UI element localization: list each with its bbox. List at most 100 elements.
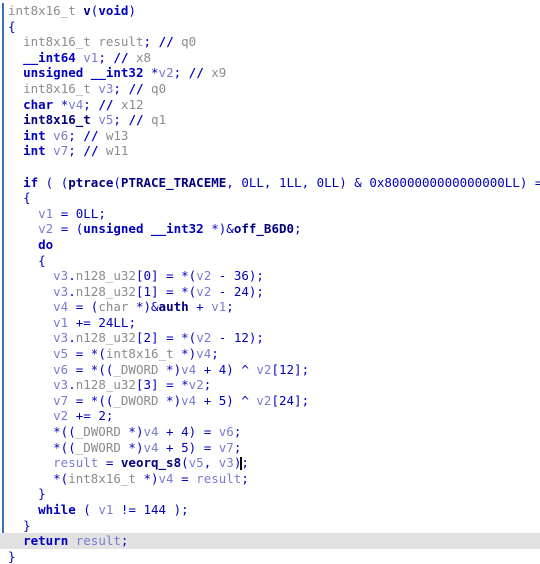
code-line[interactable]: int8x16_t result; // q0 [0,34,540,50]
code-line[interactable]: do [0,237,540,253]
code-token: = [98,455,121,471]
code-line[interactable]: while ( v1 != 144 ); [0,502,540,518]
code-token: v1 [83,49,99,65]
code-token: ; [203,377,212,393]
code-token: ( ( [45,174,69,190]
code-line[interactable]: *((_DWORD *)v4 + 5) = v7; [0,440,540,456]
code-line[interactable]: unsigned __int32 *v2; // x9 [0,65,540,81]
code-token: ; [226,299,234,315]
code-token: v2 [256,361,272,377]
code-line[interactable]: v4 = (char *)&auth + v1; [0,299,540,315]
code-line[interactable]: int8x16_t v3; // q0 [0,81,540,97]
code-token: 3 [143,377,152,393]
code-line[interactable]: v5 = *(int8x16_t *)v4; [0,346,540,362]
code-line[interactable]: v3.n128_u32[3] = *v2; [0,377,540,393]
code-line[interactable]: __int64 v1; // x8 [0,50,540,66]
code-token: _DWORD [113,361,159,377]
code-token: v2 [196,268,212,284]
code-line[interactable]: v3.n128_u32[2] = *(v2 - 12); [0,330,540,346]
code-line[interactable]: int8x16_t v(void) [0,3,540,19]
code-token: 1 [143,283,152,299]
code-line[interactable]: *(int8x16_t *)v4 = result; [0,471,540,487]
code-line[interactable]: int8x16_t v5; // q1 [0,112,540,128]
code-token: // [128,80,144,96]
code-line[interactable]: if ( (ptrace(PTRACE_TRACEME, 0LL, 1LL, 0… [0,175,540,191]
code-token: 24 [278,392,295,408]
code-token: v3 [53,268,69,284]
code-token: ] = * [151,377,189,393]
code-line[interactable]: v3.n128_u32[0] = *(v2 - 36); [0,268,540,284]
code-token: _DWORD [75,424,121,440]
code-line[interactable]: int v7; // w11 [0,143,540,159]
code-token: x8 [128,49,152,65]
code-line[interactable]: v1 = 0LL; [0,206,540,222]
code-line[interactable]: char *v4; // x12 [0,97,540,113]
code-line[interactable]: v2 += 2; [0,408,540,424]
code-token: *) [173,346,197,362]
code-token: ) ^ [226,361,257,377]
code-token: v6 [53,127,69,143]
code-token: [ [271,361,279,377]
code-line[interactable]: v7 = *((_DWORD *)v4 + 5) ^ v2[24]; [0,393,540,409]
code-token: void [98,3,129,18]
code-token: *( [53,470,69,486]
code-token: v4 [181,392,197,408]
code-token: PTRACE_TRACEME [120,174,227,190]
code-token: v7 [53,143,69,159]
code-token: v3 [53,283,69,299]
code-line-current[interactable]: return result; [0,533,540,549]
code-token: . [68,268,76,284]
code-token: v5 [188,455,204,471]
code-token: v [83,3,91,18]
code-line[interactable]: int v6; // w13 [0,128,540,144]
code-line[interactable]: } [0,486,540,502]
code-token: v4 [68,96,84,112]
code-token: int8x16_t [105,346,174,362]
code-token: w13 [98,127,129,143]
code-token: auth [158,299,189,315]
code-token: return [23,533,69,549]
code-line[interactable]: v1 += 24LL; [0,315,540,331]
code-token: ; [68,127,76,143]
code-token: ; [113,112,121,128]
code-token: v6 [218,424,234,440]
code-token: v3 [218,455,234,471]
code-line-list[interactable]: int8x16_t v(void){ int8x16_t result; // … [0,3,540,564]
pseudocode-editor[interactable]: int8x16_t v(void){ int8x16_t result; // … [0,0,540,564]
code-line[interactable]: v3.n128_u32[1] = *(v2 - 24); [0,284,540,300]
code-token: 0x8000000000000000LL [369,174,520,190]
code-token: v2 [256,392,272,408]
code-token: _DWORD [113,392,159,408]
code-token: unsigned __int32 [23,65,144,81]
code-line[interactable]: v6 = *((_DWORD *)v4 + 4) ^ v2[12]; [0,362,540,378]
code-line[interactable]: { [0,253,540,269]
code-line[interactable]: result = veorq_s8(v5, v3); [0,455,540,471]
code-line[interactable]: v2 = (unsigned __int32 *)&off_B6D0; [0,221,540,237]
code-token: do [38,236,54,252]
code-token: off_B6D0 [233,221,295,237]
code-line[interactable]: *((_DWORD *)v4 + 4) = v6; [0,424,540,440]
code-token: - [211,268,234,284]
code-token: v1 [53,314,69,330]
code-token: ] = *( [151,330,197,346]
code-token: v3 [53,377,69,393]
code-token: . [68,283,76,299]
code-token: 2 [143,330,152,346]
code-token: 12 [278,361,295,377]
code-token: + [196,392,219,408]
code-line[interactable]: } [0,518,540,534]
code-line[interactable]: { [0,19,540,35]
code-token: v7 [53,392,69,408]
code-token: n128_u32 [75,377,136,393]
code-line[interactable]: } [0,549,540,564]
code-token: += [68,314,99,330]
code-line[interactable] [0,159,540,175]
code-line[interactable]: { [0,190,540,206]
